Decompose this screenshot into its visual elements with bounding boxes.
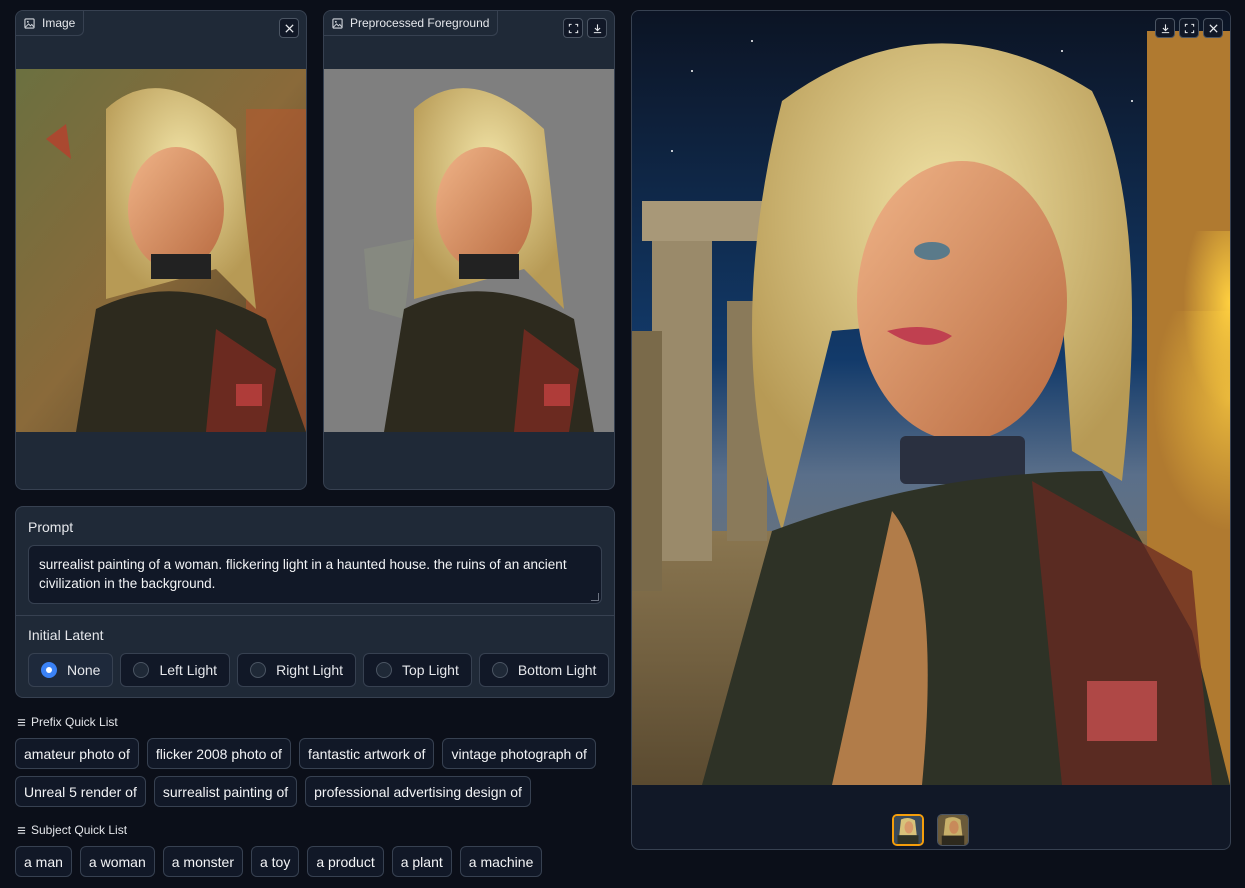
download-button[interactable] bbox=[587, 18, 607, 38]
radio-label: None bbox=[67, 662, 101, 678]
prefix-chip[interactable]: flicker 2008 photo of bbox=[146, 738, 291, 769]
thumbnail-image bbox=[894, 816, 922, 844]
thumbnail-image bbox=[938, 815, 968, 845]
image-icon bbox=[332, 17, 343, 29]
subject-chip[interactable]: a product bbox=[307, 846, 384, 877]
prompt-textarea[interactable]: surrealist painting of a woman. flickeri… bbox=[28, 545, 602, 604]
divider bbox=[16, 615, 614, 616]
prompt-text: surrealist painting of a woman. flickeri… bbox=[39, 557, 567, 591]
prefix-chip-row-2: Unreal 5 render of surrealist painting o… bbox=[15, 776, 531, 807]
radio-indicator bbox=[250, 662, 267, 678]
list-icon bbox=[17, 718, 26, 726]
preprocessed-image bbox=[324, 69, 614, 432]
prefix-chip[interactable]: professional advertising design of bbox=[305, 776, 531, 807]
radio-bottom-light[interactable]: Bottom Light bbox=[478, 653, 610, 687]
radio-indicator bbox=[491, 662, 508, 678]
textarea-resize-handle[interactable] bbox=[591, 593, 599, 601]
input-image-label-text: Image bbox=[42, 16, 76, 30]
initial-latent-radio-group: None Left Light Right Light Top Light Bo… bbox=[28, 653, 610, 687]
subject-chip[interactable]: a monster bbox=[162, 846, 243, 877]
radio-indicator bbox=[376, 662, 393, 678]
prefix-chip[interactable]: Unreal 5 render of bbox=[15, 776, 146, 807]
gallery-thumbnail-2[interactable] bbox=[937, 814, 969, 846]
list-icon bbox=[17, 826, 26, 834]
close-icon bbox=[284, 23, 294, 33]
output-gallery bbox=[631, 10, 1231, 850]
radio-label: Right Light bbox=[276, 662, 344, 678]
preprocessed-label: Preprocessed Foreground bbox=[324, 11, 499, 36]
foreground-portrait-image bbox=[324, 69, 614, 432]
radio-left-light[interactable]: Left Light bbox=[120, 653, 231, 687]
prompt-label: Prompt bbox=[28, 519, 74, 535]
preprocessed-foreground-panel: Preprocessed Foreground bbox=[323, 10, 615, 490]
input-portrait-image bbox=[16, 69, 306, 432]
image-icon bbox=[24, 17, 35, 29]
input-image-panel: Image bbox=[15, 10, 307, 490]
radio-none[interactable]: None bbox=[28, 653, 114, 687]
input-image-label: Image bbox=[16, 11, 85, 36]
fullscreen-icon bbox=[568, 23, 578, 33]
preprocessed-label-text: Preprocessed Foreground bbox=[350, 16, 490, 30]
download-icon bbox=[593, 23, 601, 33]
relit-portrait-image bbox=[632, 11, 1230, 785]
prefix-chip[interactable]: amateur photo of bbox=[15, 738, 139, 769]
download-icon bbox=[1161, 23, 1169, 33]
fullscreen-icon bbox=[1184, 23, 1194, 33]
gallery-fullscreen-button[interactable] bbox=[1179, 18, 1199, 38]
prefix-chip-row-1: amateur photo of flicker 2008 photo of f… bbox=[15, 738, 596, 769]
radio-label: Bottom Light bbox=[517, 662, 597, 678]
radio-right-light[interactable]: Right Light bbox=[237, 653, 357, 687]
radio-top-light[interactable]: Top Light bbox=[363, 653, 472, 687]
subject-quick-list-label: Subject Quick List bbox=[31, 823, 128, 837]
prompt-panel: Prompt surrealist painting of a woman. f… bbox=[15, 506, 615, 698]
subject-chip[interactable]: a man bbox=[15, 846, 72, 877]
radio-indicator bbox=[41, 662, 57, 678]
gallery-thumbnail-1[interactable] bbox=[892, 814, 924, 846]
subject-chip-row: a man a woman a monster a toy a product … bbox=[15, 846, 543, 877]
prefix-chip[interactable]: vintage photograph of bbox=[442, 738, 596, 769]
prefix-quick-list-label: Prefix Quick List bbox=[31, 715, 118, 729]
input-image bbox=[16, 69, 306, 432]
initial-latent-label: Initial Latent bbox=[28, 627, 104, 643]
prefix-chip[interactable]: surrealist painting of bbox=[153, 776, 298, 807]
radio-label: Top Light bbox=[402, 662, 459, 678]
prefix-quick-list-title: Prefix Quick List bbox=[17, 715, 118, 729]
subject-chip[interactable]: a machine bbox=[459, 846, 543, 877]
prefix-chip[interactable]: fantastic artwork of bbox=[298, 738, 435, 769]
radio-label: Left Light bbox=[159, 662, 218, 678]
clear-image-button[interactable] bbox=[279, 18, 299, 38]
close-icon bbox=[1208, 23, 1218, 33]
gallery-close-button[interactable] bbox=[1203, 18, 1223, 38]
fullscreen-button[interactable] bbox=[563, 18, 583, 38]
radio-indicator bbox=[133, 662, 150, 678]
gallery-download-button[interactable] bbox=[1155, 18, 1175, 38]
subject-chip[interactable]: a plant bbox=[391, 846, 452, 877]
gallery-main-image[interactable] bbox=[632, 11, 1230, 785]
subject-chip[interactable]: a toy bbox=[250, 846, 300, 877]
subject-quick-list-title: Subject Quick List bbox=[17, 823, 127, 837]
subject-chip[interactable]: a woman bbox=[79, 846, 155, 877]
